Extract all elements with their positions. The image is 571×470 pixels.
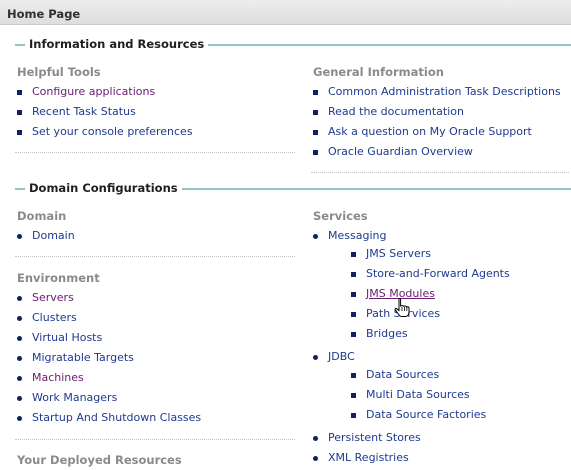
services-title: Services xyxy=(313,209,368,223)
bullet-icon xyxy=(313,355,318,360)
bullet-icon xyxy=(313,110,318,115)
recent-task-status-link[interactable]: Recent Task Status xyxy=(32,105,136,119)
bullet-icon xyxy=(17,356,22,361)
deployed-resources-title: Your Deployed Resources xyxy=(17,453,182,467)
bullet-icon xyxy=(17,90,22,95)
bullet-icon xyxy=(17,110,22,115)
work-managers-link[interactable]: Work Managers xyxy=(32,391,117,405)
bullet-icon xyxy=(351,393,356,398)
multi-data-sources-link[interactable]: Multi Data Sources xyxy=(366,388,470,402)
general-information-title: General Information xyxy=(313,65,444,79)
bullet-icon xyxy=(351,332,356,337)
section-title-domain-config: Domain Configurations xyxy=(25,181,182,195)
bullet-icon xyxy=(17,416,22,421)
oracle-guardian-link[interactable]: Oracle Guardian Overview xyxy=(328,145,473,159)
read-documentation-link[interactable]: Read the documentation xyxy=(328,105,464,119)
bullet-icon xyxy=(313,234,318,239)
data-sources-link[interactable]: Data Sources xyxy=(366,368,439,382)
helpful-tools-title: Helpful Tools xyxy=(17,65,101,79)
environment-title: Environment xyxy=(17,271,100,285)
bullet-icon xyxy=(351,373,356,378)
bullet-icon xyxy=(17,234,22,239)
data-source-factories-link[interactable]: Data Source Factories xyxy=(366,408,486,422)
machines-link[interactable]: Machines xyxy=(32,371,84,385)
domain-link[interactable]: Domain xyxy=(32,229,75,243)
messaging-link[interactable]: Messaging xyxy=(328,229,386,243)
domain-title: Domain xyxy=(17,209,67,223)
page-title: Home Page xyxy=(7,7,81,21)
bullet-icon xyxy=(17,130,22,135)
store-forward-agents-link[interactable]: Store-and-Forward Agents xyxy=(366,267,510,281)
bullet-icon xyxy=(17,296,22,301)
separator xyxy=(15,439,295,440)
persistent-stores-link[interactable]: Persistent Stores xyxy=(328,431,421,445)
common-admin-tasks-link[interactable]: Common Administration Task Descriptions xyxy=(328,85,561,99)
console-preferences-link[interactable]: Set your console preferences xyxy=(32,125,193,139)
section-information-resources: Information and Resources xyxy=(15,37,571,51)
bullet-icon xyxy=(313,436,318,441)
startup-shutdown-classes-link[interactable]: Startup And Shutdown Classes xyxy=(32,411,201,425)
jms-servers-link[interactable]: JMS Servers xyxy=(366,247,431,261)
bullet-icon xyxy=(17,316,22,321)
bridges-link[interactable]: Bridges xyxy=(366,327,408,341)
bullet-icon xyxy=(351,413,356,418)
jdbc-link[interactable]: JDBC xyxy=(328,350,355,364)
bullet-icon xyxy=(351,252,356,257)
bullet-icon xyxy=(17,396,22,401)
bullet-icon xyxy=(313,456,318,461)
bullet-icon xyxy=(313,130,318,135)
hand-pointer-icon xyxy=(394,298,410,317)
separator xyxy=(311,172,569,173)
xml-registries-link[interactable]: XML Registries xyxy=(328,451,409,465)
configure-applications-link[interactable]: Configure applications xyxy=(32,85,155,99)
bullet-icon xyxy=(313,90,318,95)
bullet-icon xyxy=(351,272,356,277)
page-header: Home Page xyxy=(0,0,571,25)
separator xyxy=(15,256,295,257)
section-title-information: Information and Resources xyxy=(25,37,209,51)
migratable-targets-link[interactable]: Migratable Targets xyxy=(32,351,134,365)
virtual-hosts-link[interactable]: Virtual Hosts xyxy=(32,331,102,345)
bullet-icon xyxy=(351,312,356,317)
bullet-icon xyxy=(313,150,318,155)
section-domain-configurations: Domain Configurations xyxy=(15,181,571,195)
bullet-icon xyxy=(351,292,356,297)
bullet-icon xyxy=(17,336,22,341)
separator xyxy=(15,152,295,153)
ask-oracle-support-link[interactable]: Ask a question on My Oracle Support xyxy=(328,125,532,139)
servers-link[interactable]: Servers xyxy=(32,291,74,305)
clusters-link[interactable]: Clusters xyxy=(32,311,77,325)
bullet-icon xyxy=(17,376,22,381)
